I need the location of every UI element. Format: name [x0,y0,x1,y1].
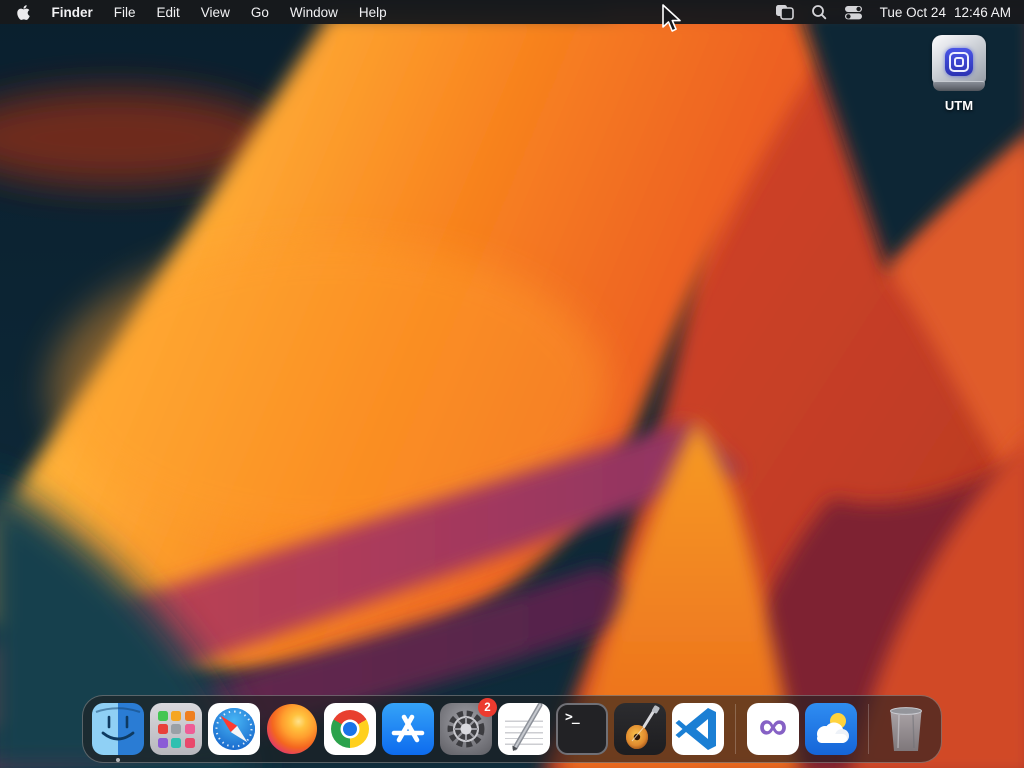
menu-bar-clock[interactable]: Tue Oct 24 12:46 AM [880,5,1011,20]
dock-item-launchpad[interactable] [150,703,202,755]
menu-item-finder[interactable]: Finder [52,5,93,20]
dock-item-appstore[interactable] [382,703,434,755]
dock: 2 >_ ∞ [82,695,942,763]
menu-item-go[interactable]: Go [251,5,269,20]
clock-date: Tue Oct 24 [879,4,946,20]
launchpad-icon [150,703,202,755]
dock-item-safari[interactable] [208,703,260,755]
menu-bar-left: Finder File Edit View Go Window Help [10,4,397,21]
spotlight-search-icon[interactable] [811,4,827,20]
chrome-icon [324,703,376,755]
app-store-icon [382,703,434,755]
dock-item-weather[interactable] [805,703,857,755]
notification-badge: 2 [478,698,497,717]
control-center-icon[interactable] [844,5,863,20]
menu-bar-status: Tue Oct 24 12:46 AM [775,4,1011,20]
weather-icon [805,703,857,755]
dock-item-textedit[interactable] [498,703,550,755]
dock-item-vscode[interactable] [672,703,724,755]
garageband-icon [614,703,666,755]
finder-icon [92,703,144,755]
menu-item-window[interactable]: Window [290,5,338,20]
vscode-icon [672,703,724,755]
stage-manager-icon[interactable] [775,4,794,20]
desktop-icon-utm[interactable]: UTM [925,35,993,113]
menu-item-edit[interactable]: Edit [157,5,180,20]
running-indicator [116,758,120,762]
firefox-icon [266,703,318,755]
dock-separator [735,704,736,754]
dock-item-finder[interactable] [92,703,144,762]
dock-item-trash[interactable] [880,703,932,755]
external-drive-icon [930,35,988,93]
apple-logo-icon [17,4,30,20]
menu-bar: Finder File Edit View Go Window Help Tue… [0,0,1024,24]
apple-menu[interactable] [16,4,31,21]
clock-time: 12:46 AM [953,4,1011,20]
safari-icon [208,703,260,755]
dock-item-terminal[interactable]: >_ [556,703,608,755]
dock-item-system-settings[interactable]: 2 [440,698,497,755]
dock-item-visual-studio[interactable]: ∞ [747,703,799,755]
utm-logo [945,47,973,76]
menu-item-view[interactable]: View [201,5,230,20]
mouse-cursor [662,4,681,32]
menu-item-file[interactable]: File [114,5,136,20]
textedit-icon [498,703,550,755]
desktop-icon-label: UTM [944,98,974,113]
dock-item-garageband[interactable] [614,703,666,755]
dock-separator [868,704,869,754]
visual-studio-icon: ∞ [747,703,799,755]
dock-item-firefox[interactable] [266,703,318,755]
terminal-icon: >_ [556,703,608,755]
wallpaper-image [0,0,1024,768]
trash-icon [880,703,932,755]
dock-item-chrome[interactable] [324,703,376,755]
menu-item-help[interactable]: Help [359,5,387,20]
macos-desktop: Finder File Edit View Go Window Help Tue… [0,0,1024,768]
